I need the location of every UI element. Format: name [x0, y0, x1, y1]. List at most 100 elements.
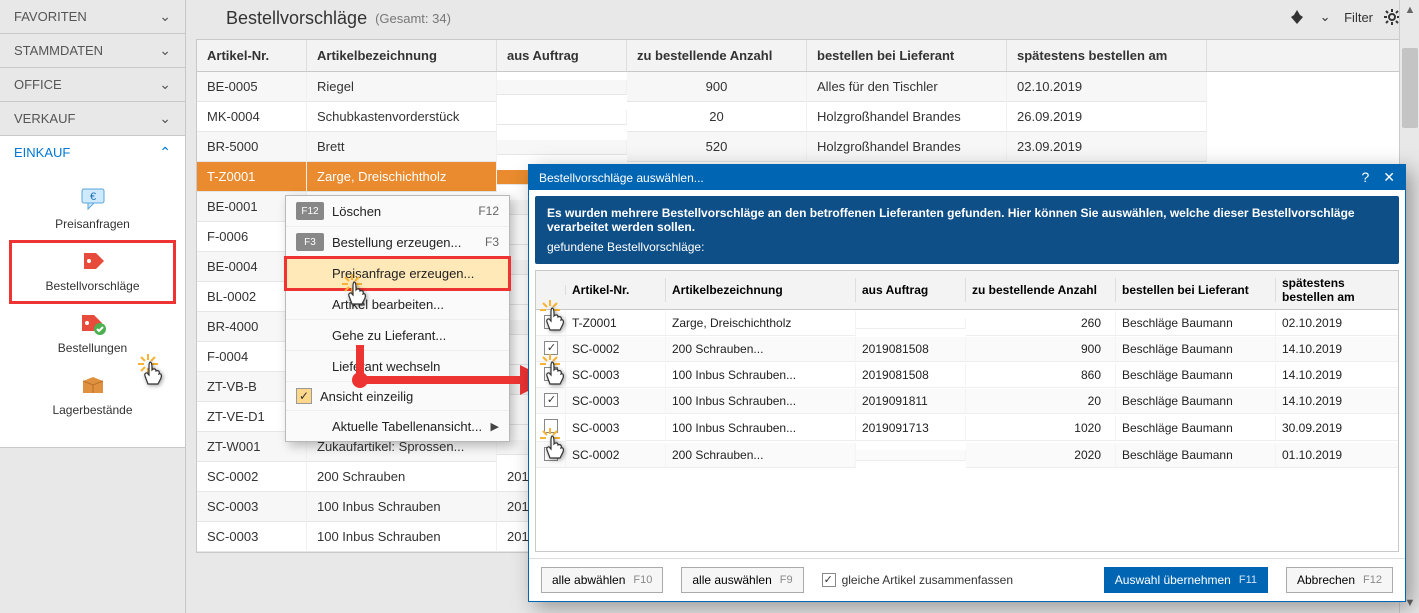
- checkbox-icon: [822, 573, 836, 587]
- context-menu-item[interactable]: Aktuelle Tabellenansicht...▶: [286, 411, 509, 441]
- select-all-button[interactable]: alle auswählen F9: [681, 567, 803, 593]
- col-header[interactable]: aus Auftrag: [497, 40, 627, 71]
- sidebar-section-verkauf[interactable]: VERKAUF⌄: [0, 102, 185, 135]
- dialog-table-row[interactable]: SC-0002200 Schrauben...2020Beschläge Bau…: [536, 442, 1398, 468]
- col-header[interactable]: zu bestellende Anzahl: [627, 40, 807, 71]
- shortcut-box: [296, 264, 324, 282]
- cell: 02.10.2019: [1276, 311, 1399, 336]
- cell: 2019091713: [856, 416, 966, 441]
- dialog-titlebar[interactable]: Bestellvorschläge auswählen... ? ✕: [529, 165, 1405, 190]
- close-icon[interactable]: ✕: [1383, 169, 1395, 186]
- cell: 02.10.2019: [1007, 72, 1207, 102]
- dialog-table-row[interactable]: T-Z0001Zarge, Dreischichtholz260Beschläg…: [536, 310, 1398, 336]
- row-checkbox[interactable]: [544, 315, 558, 329]
- sidebar-body-einkauf: € Preisanfragen Bestellvorschläge Bestel…: [0, 169, 185, 447]
- row-checkbox[interactable]: [544, 393, 558, 407]
- col-header[interactable]: aus Auftrag: [856, 278, 966, 302]
- euro-chat-icon: €: [76, 185, 110, 213]
- sidebar-item-lagerbestaende[interactable]: Lagerbestände: [0, 365, 185, 427]
- help-icon[interactable]: ?: [1361, 169, 1369, 186]
- table-row[interactable]: MK-0004Schubkastenvorderstück20Holzgroßh…: [197, 102, 1418, 132]
- cell: SC-0002: [197, 462, 307, 492]
- page-header: Bestellvorschläge (Gesamt: 34) ⌄ Filter: [186, 0, 1419, 39]
- cell: 900: [966, 337, 1116, 362]
- shortcut-label: F12: [478, 204, 499, 218]
- chevron-down-icon: ⌄: [159, 110, 171, 127]
- sidebar-item-bestellvorschlaege[interactable]: Bestellvorschläge: [10, 241, 175, 303]
- context-menu-item[interactable]: ✓Ansicht einzeilig: [286, 382, 509, 411]
- pin-icon[interactable]: [1288, 8, 1306, 26]
- cell: 860: [966, 363, 1116, 388]
- cell: Beschläge Baumann: [1116, 311, 1276, 336]
- dialog-table: Artikel-Nr. Artikelbezeichnung aus Auftr…: [535, 270, 1399, 552]
- cell: 100 Inbus Schrauben...: [666, 363, 856, 388]
- menu-label: Ansicht einzeilig: [320, 389, 413, 404]
- context-menu: F12LöschenF12F3Bestellung erzeugen...F3P…: [285, 195, 510, 442]
- sidebar-item-preisanfragen[interactable]: € Preisanfragen: [0, 179, 185, 241]
- merge-same-checkbox[interactable]: gleiche Artikel zusammenfassen: [822, 573, 1013, 587]
- accept-button[interactable]: Auswahl übernehmen F11: [1104, 567, 1268, 593]
- cell: Alles für den Tischler: [807, 72, 1007, 102]
- row-checkbox[interactable]: [544, 447, 558, 461]
- cell: 100 Inbus Schrauben: [307, 492, 497, 522]
- col-header[interactable]: Artikel-Nr.: [566, 278, 666, 302]
- context-menu-item[interactable]: Artikel bearbeiten...: [286, 289, 509, 320]
- sidebar: FAVORITEN⌄ STAMMDATEN⌄ OFFICE⌄ VERKAUF⌄ …: [0, 0, 186, 613]
- scrollbar-thumb[interactable]: [1402, 48, 1418, 128]
- shortcut-box: [296, 295, 324, 313]
- shortcut-box: F3: [296, 233, 324, 251]
- sidebar-section-einkauf[interactable]: EINKAUF⌃: [0, 136, 185, 169]
- scroll-up-icon[interactable]: ▲: [1400, 0, 1419, 20]
- cell: BE-0005: [197, 72, 307, 102]
- svg-text:€: €: [89, 191, 95, 203]
- row-checkbox[interactable]: [544, 419, 558, 433]
- dialog-table-row[interactable]: SC-0003100 Inbus Schrauben...20190815088…: [536, 362, 1398, 388]
- col-header[interactable]: Artikel-Nr.: [197, 40, 307, 71]
- cancel-button[interactable]: Abbrechen F12: [1286, 567, 1393, 593]
- context-menu-item[interactable]: Gehe zu Lieferant...: [286, 320, 509, 351]
- cell: 200 Schrauben: [307, 462, 497, 492]
- sidebar-section-stammdaten[interactable]: STAMMDATEN⌄: [0, 34, 185, 67]
- context-menu-item[interactable]: F3Bestellung erzeugen...F3: [286, 227, 509, 258]
- cell: [497, 140, 627, 155]
- col-header[interactable]: Artikelbezeichnung: [307, 40, 497, 71]
- submenu-arrow-icon: ▶: [491, 420, 499, 433]
- filter-link[interactable]: Filter: [1344, 10, 1373, 25]
- context-menu-item[interactable]: F12LöschenF12: [286, 196, 509, 227]
- cell: Beschläge Baumann: [1116, 337, 1276, 362]
- col-header[interactable]: spätestens bestellen am: [1276, 271, 1399, 309]
- table-row[interactable]: BE-0005Riegel900Alles für den Tischler02…: [197, 72, 1418, 102]
- table-header-row: Artikel-Nr. Artikelbezeichnung aus Auftr…: [197, 40, 1418, 72]
- row-checkbox[interactable]: [544, 341, 558, 355]
- row-checkbox[interactable]: [544, 367, 558, 381]
- cell: 01.10.2019: [1276, 443, 1399, 468]
- page-title: Bestellvorschläge: [226, 8, 367, 29]
- cell: 100 Inbus Schrauben...: [666, 389, 856, 414]
- dialog-info-panel: Es wurden mehrere Bestellvorschläge an d…: [535, 196, 1399, 264]
- col-header[interactable]: zu bestellende Anzahl: [966, 278, 1116, 302]
- cell: 2019091811: [856, 389, 966, 414]
- table-row[interactable]: BR-5000Brett520Holzgroßhandel Brandes23.…: [197, 132, 1418, 162]
- menu-label: Artikel bearbeiten...: [332, 297, 444, 312]
- cell: Beschläge Baumann: [1116, 443, 1276, 468]
- cell: SC-0002: [566, 443, 666, 468]
- dialog-table-row[interactable]: SC-0003100 Inbus Schrauben...20190917131…: [536, 414, 1398, 442]
- dialog-table-row[interactable]: SC-0003100 Inbus Schrauben...20190918112…: [536, 388, 1398, 414]
- context-menu-item[interactable]: Preisanfrage erzeugen...: [286, 258, 509, 289]
- sidebar-item-bestellungen[interactable]: Bestellungen: [0, 303, 185, 365]
- cell: Beschläge Baumann: [1116, 363, 1276, 388]
- col-header[interactable]: spätestens bestellen am: [1007, 40, 1207, 71]
- cell: Schubkastenvorderstück: [307, 102, 497, 132]
- dropdown-icon[interactable]: ⌄: [1316, 8, 1334, 26]
- deselect-all-button[interactable]: alle abwählen F10: [541, 567, 663, 593]
- cell: BR-5000: [197, 132, 307, 162]
- col-header[interactable]: Artikelbezeichnung: [666, 278, 856, 302]
- menu-label: Löschen: [332, 204, 381, 219]
- dialog-table-row[interactable]: SC-0002200 Schrauben...2019081508900Besc…: [536, 336, 1398, 362]
- sidebar-section-favoriten[interactable]: FAVORITEN⌄: [0, 0, 185, 33]
- context-menu-item[interactable]: Lieferant wechseln: [286, 351, 509, 382]
- col-header[interactable]: bestellen bei Lieferant: [1116, 278, 1276, 302]
- col-header[interactable]: bestellen bei Lieferant: [807, 40, 1007, 71]
- sidebar-section-office[interactable]: OFFICE⌄: [0, 68, 185, 101]
- cell: 900: [627, 72, 807, 102]
